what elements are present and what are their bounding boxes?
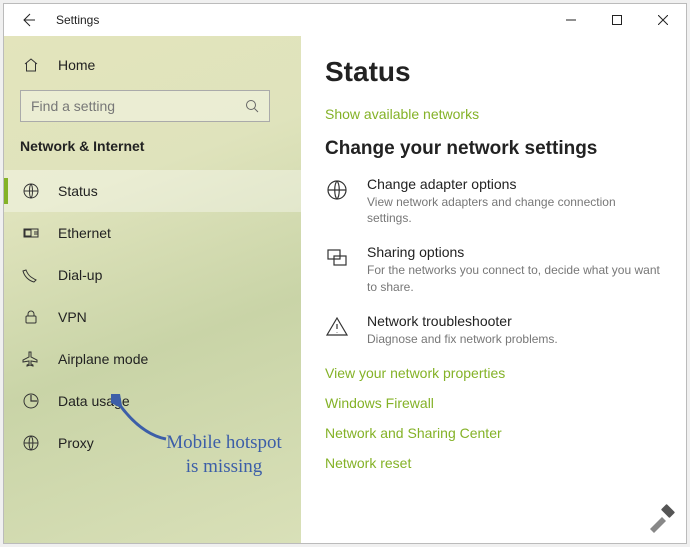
link-show-networks[interactable]: Show available networks — [325, 106, 662, 122]
nav-datausage[interactable]: Data usage — [4, 380, 301, 422]
nav-status[interactable]: Status — [4, 170, 301, 212]
nav-ethernet[interactable]: Ethernet — [4, 212, 301, 254]
nav-proxy[interactable]: Proxy — [4, 422, 301, 464]
window-controls — [548, 4, 686, 36]
nav-vpn[interactable]: VPN — [4, 296, 301, 338]
search-wrap — [4, 84, 301, 122]
subheading: Change your network settings — [325, 138, 662, 160]
link-reset[interactable]: Network reset — [325, 455, 662, 471]
nav-label: Data usage — [58, 393, 130, 409]
minimize-button[interactable] — [548, 4, 594, 36]
option-desc: View network adapters and change connect… — [367, 194, 662, 226]
category-title: Network & Internet — [4, 122, 301, 164]
adapter-icon — [325, 176, 353, 226]
home-icon — [20, 57, 42, 73]
option-title: Change adapter options — [367, 176, 662, 192]
option-title: Sharing options — [367, 244, 662, 260]
nav-label: VPN — [58, 309, 87, 325]
content-pane[interactable]: Status Show available networks Change yo… — [301, 36, 686, 543]
home-nav[interactable]: Home — [4, 46, 301, 84]
nav-dialup[interactable]: Dial-up — [4, 254, 301, 296]
option-desc: Diagnose and fix network problems. — [367, 331, 558, 347]
page-heading: Status — [325, 56, 662, 88]
home-label: Home — [58, 57, 95, 73]
back-button[interactable] — [12, 4, 44, 36]
nav-list: Status Ethernet Dial-up VPN Airplane mod… — [4, 164, 301, 464]
nav-label: Status — [58, 183, 98, 199]
proxy-icon — [20, 434, 42, 452]
settings-window: Settings Home Netwo — [3, 3, 687, 544]
link-sharing-center[interactable]: Network and Sharing Center — [325, 425, 662, 441]
close-button[interactable] — [640, 4, 686, 36]
search-box[interactable] — [20, 90, 270, 122]
nav-label: Dial-up — [58, 267, 102, 283]
warning-icon — [325, 313, 353, 347]
search-icon — [245, 99, 259, 113]
option-troubleshooter[interactable]: Network troubleshooter Diagnose and fix … — [325, 313, 662, 347]
dialup-icon — [20, 266, 42, 284]
link-properties[interactable]: View your network properties — [325, 365, 662, 381]
nav-airplane[interactable]: Airplane mode — [4, 338, 301, 380]
airplane-icon — [20, 350, 42, 368]
window-title: Settings — [56, 13, 99, 27]
datausage-icon — [20, 392, 42, 410]
hammer-watermark — [644, 501, 678, 535]
option-desc: For the networks you connect to, decide … — [367, 262, 662, 294]
nav-label: Ethernet — [58, 225, 111, 241]
maximize-button[interactable] — [594, 4, 640, 36]
nav-label: Proxy — [58, 435, 94, 451]
link-firewall[interactable]: Windows Firewall — [325, 395, 662, 411]
status-icon — [20, 182, 42, 200]
option-sharing[interactable]: Sharing options For the networks you con… — [325, 244, 662, 294]
nav-label: Airplane mode — [58, 351, 148, 367]
option-adapter[interactable]: Change adapter options View network adap… — [325, 176, 662, 226]
titlebar: Settings — [4, 4, 686, 36]
option-title: Network troubleshooter — [367, 313, 558, 329]
ethernet-icon — [20, 224, 42, 242]
window-body: Home Network & Internet Status — [4, 36, 686, 543]
sharing-icon — [325, 244, 353, 294]
vpn-icon — [20, 308, 42, 326]
search-input[interactable] — [31, 98, 245, 114]
sidebar: Home Network & Internet Status — [4, 36, 301, 543]
